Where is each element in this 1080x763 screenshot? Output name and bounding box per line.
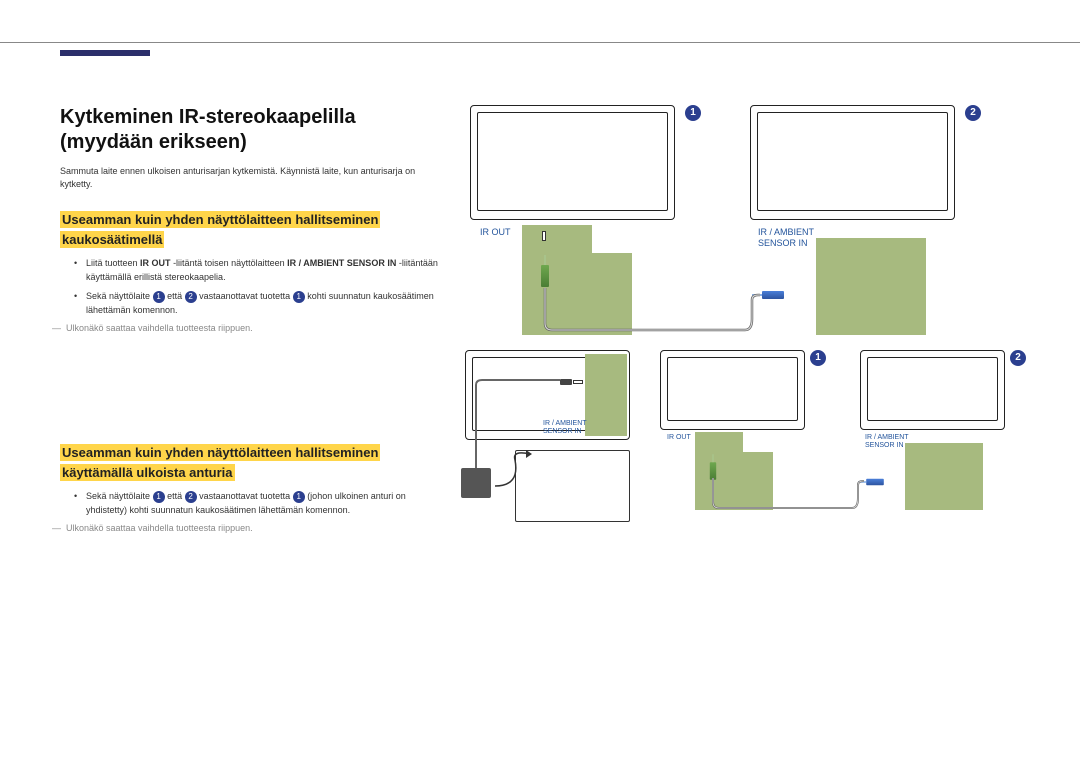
num-badge-1: 1: [153, 291, 165, 303]
figure-column: 1 2 IR OUT IR / AMBIENT SENSOR IN: [460, 105, 1040, 550]
section2-bullet1: Sekä näyttölaite 1 että 2 vastaanottavat…: [76, 490, 440, 517]
section2-line2: käyttämällä ulkoista anturia: [60, 464, 235, 481]
section1-bullet2: Sekä näyttölaite 1 että 2 vastaanottavat…: [76, 290, 440, 317]
num-badge-2b: 2: [185, 491, 197, 503]
section2-note: Ulkonäkö saattaa vaihdella tuotteesta ri…: [60, 523, 440, 533]
num-badge-1b: 1: [293, 291, 305, 303]
section1-line2: kaukosäätimellä: [60, 231, 164, 248]
section1-bullet1: Liitä tuotteen IR OUT -liitäntä toisen n…: [76, 257, 440, 284]
num-badge-1d: 1: [293, 491, 305, 503]
section1-note: Ulkonäkö saattaa vaihdella tuotteesta ri…: [60, 323, 440, 333]
section2-bullets: Sekä näyttölaite 1 että 2 vastaanottavat…: [60, 490, 440, 517]
section2-heading: Useamman kuin yhden näyttölaitteen halli…: [60, 443, 440, 482]
num-badge-1c: 1: [153, 491, 165, 503]
figure2: IR / AMBIENT SENSOR IN 1 2 IR OUT IR / A…: [460, 350, 1040, 550]
section1-bullets: Liitä tuotteen IR OUT -liitäntä toisen n…: [60, 257, 440, 317]
figure1: 1 2 IR OUT IR / AMBIENT SENSOR IN: [460, 105, 1020, 350]
section1-heading: Useamman kuin yhden näyttölaitteen halli…: [60, 210, 440, 249]
intro-paragraph: Sammuta laite ennen ulkoisen anturisarja…: [60, 165, 440, 190]
page-content: Kytkeminen IR-stereokaapelilla (myydään …: [60, 105, 1040, 550]
text-column: Kytkeminen IR-stereokaapelilla (myydään …: [60, 105, 440, 550]
num-badge-2: 2: [185, 291, 197, 303]
horizontal-rule: [0, 42, 1080, 43]
fig2-cable: [460, 350, 1040, 550]
section2-line1: Useamman kuin yhden näyttölaitteen halli…: [60, 444, 380, 461]
fig1-cable: [460, 105, 1020, 350]
header-accent-bar: [60, 50, 150, 56]
section1-line1: Useamman kuin yhden näyttölaitteen halli…: [60, 211, 380, 228]
page-title: Kytkeminen IR-stereokaapelilla (myydään …: [60, 105, 440, 155]
